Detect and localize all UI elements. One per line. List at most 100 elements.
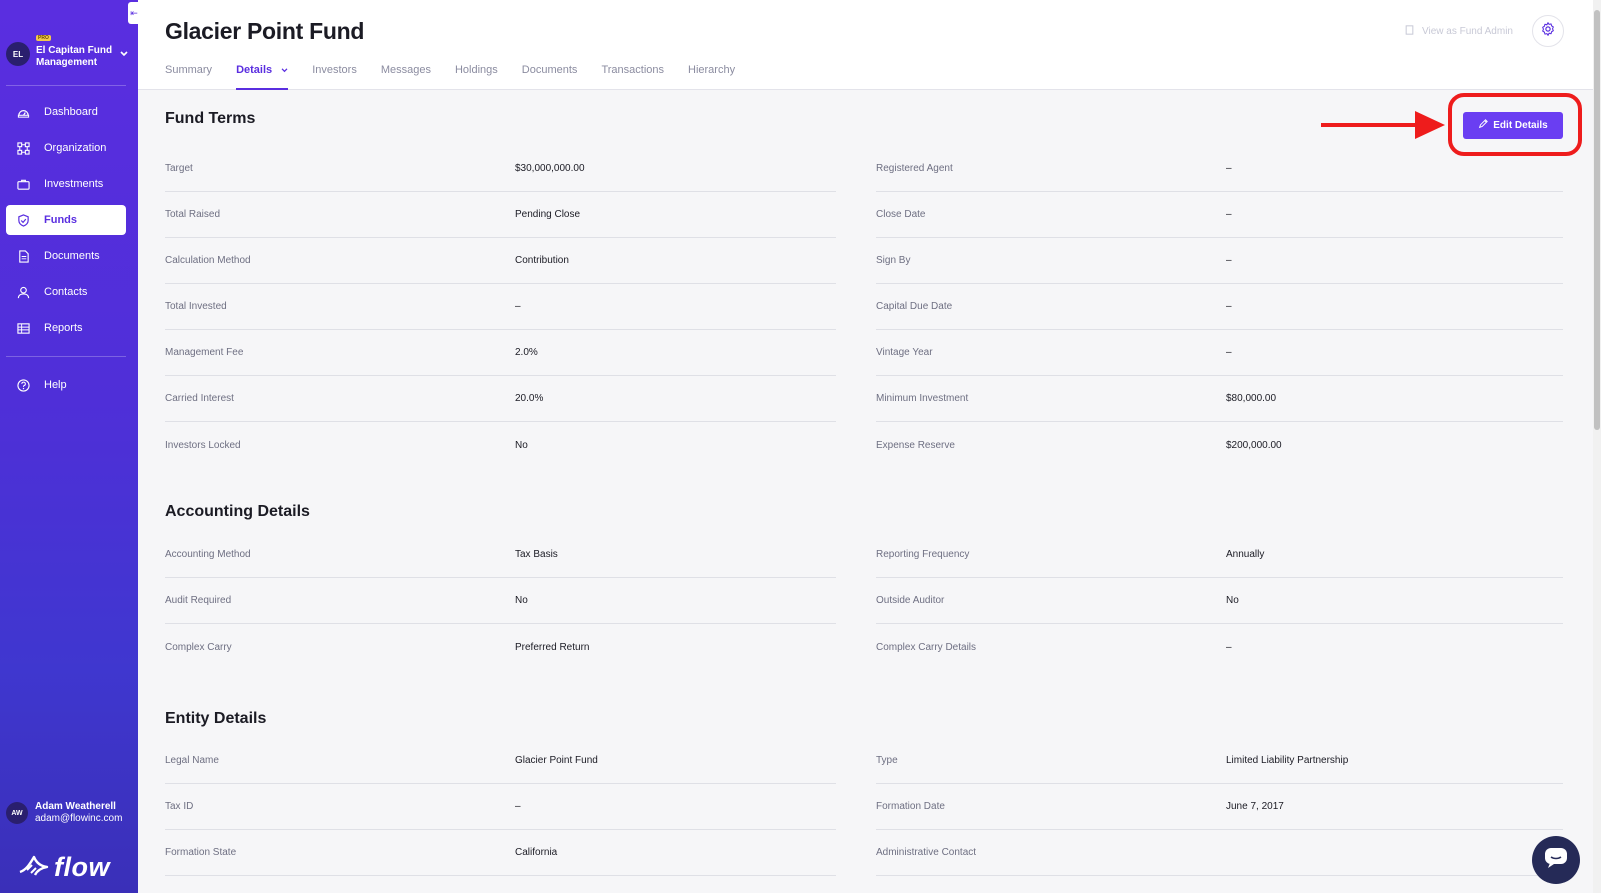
sidebar-item-help[interactable]: Help xyxy=(6,370,126,400)
org-name: El Capitan Fund Management xyxy=(36,45,113,68)
row-label: Formation State xyxy=(165,847,237,858)
detail-row: Expense Reserve $200,000.00 xyxy=(876,422,1563,468)
user-profile[interactable]: AW Adam Weatherell adam@flowinc.com xyxy=(6,801,122,825)
pro-badge: PRO xyxy=(36,35,51,41)
section-title-fund-terms: Fund Terms xyxy=(165,110,256,127)
sidebar-item-label: Help xyxy=(44,379,67,391)
detail-row: Accounting Method Tax Basis xyxy=(165,532,836,578)
detail-row: Close Date – xyxy=(876,192,1563,238)
row-label: Formation Date xyxy=(876,801,945,812)
tab-holdings[interactable]: Holdings xyxy=(455,64,498,90)
tab-bar: Summary Details Investors Messages Holdi… xyxy=(165,64,759,90)
sidebar-item-investments[interactable]: Investments xyxy=(6,169,126,199)
scrollbar-thumb[interactable] xyxy=(1594,10,1600,430)
avatar: AW xyxy=(6,802,28,824)
sidebar-item-dashboard[interactable]: Dashboard xyxy=(6,97,126,127)
row-value: $200,000.00 xyxy=(1226,439,1282,451)
detail-row: Complex Carry Preferred Return xyxy=(165,624,836,670)
row-label: Vintage Year xyxy=(876,347,933,358)
sidebar-item-label: Dashboard xyxy=(44,106,98,118)
tab-hierarchy[interactable]: Hierarchy xyxy=(688,64,735,90)
chevron-down-icon xyxy=(120,49,128,60)
view-as-admin-label: View as Fund Admin xyxy=(1422,26,1513,37)
row-value: – xyxy=(1226,301,1232,312)
detail-row: Type Limited Liability Partnership xyxy=(876,738,1563,784)
org-avatar: EL xyxy=(6,42,30,66)
tab-transactions[interactable]: Transactions xyxy=(601,64,664,90)
detail-row: Sign By – xyxy=(876,238,1563,284)
tab-summary[interactable]: Summary xyxy=(165,64,212,90)
row-label: Management Fee xyxy=(165,347,244,358)
sidebar-item-contacts[interactable]: Contacts xyxy=(6,277,126,307)
row-value: Glacier Point Fund xyxy=(515,755,598,766)
org-switcher[interactable]: EL PRO El Capitan Fund Management xyxy=(6,34,132,74)
row-value: Tax Basis xyxy=(515,549,558,560)
section-title-accounting: Accounting Details xyxy=(165,503,310,520)
detail-row: Investors Locked No xyxy=(165,422,836,468)
user-name: Adam Weatherell xyxy=(35,801,116,812)
row-label: Complex Carry Details xyxy=(876,641,977,653)
row-value: – xyxy=(1226,347,1232,358)
shield-check-icon xyxy=(16,213,30,227)
row-value: $30,000,000.00 xyxy=(515,163,585,174)
row-value: – xyxy=(1226,209,1232,220)
detail-row: Management Fee 2.0% xyxy=(165,330,836,376)
page-scrollbar[interactable] xyxy=(1593,0,1601,893)
sidebar-item-label: Funds xyxy=(44,214,77,226)
section-title-entity: Entity Details xyxy=(165,710,267,727)
sidebar-item-reports[interactable]: Reports xyxy=(6,313,126,343)
row-value: Contribution xyxy=(515,255,569,266)
settings-button[interactable] xyxy=(1532,15,1564,47)
row-label: Administrative Contact xyxy=(876,847,977,858)
chat-launcher-button[interactable] xyxy=(1532,836,1580,884)
detail-row: Reporting Frequency Annually xyxy=(876,532,1563,578)
gear-icon xyxy=(1540,21,1556,42)
detail-row: Administrative Contact xyxy=(876,830,1563,876)
row-label: Tax ID xyxy=(165,801,194,812)
row-label: Total Raised xyxy=(165,209,221,220)
detail-row: Outside Auditor No xyxy=(876,578,1563,624)
row-value: – xyxy=(1226,641,1232,653)
row-label: Legal Name xyxy=(165,755,219,766)
tab-investors[interactable]: Investors xyxy=(312,64,357,90)
row-label: Sign By xyxy=(876,255,911,266)
row-label: Target xyxy=(165,163,193,174)
detail-row: Formation State California xyxy=(165,830,836,876)
sidebar-item-label: Documents xyxy=(44,250,100,262)
row-value: – xyxy=(1226,255,1232,266)
row-value: Annually xyxy=(1226,549,1265,560)
row-label: Registered Agent xyxy=(876,163,953,174)
row-label: Investors Locked xyxy=(165,439,241,451)
detail-row: Complex Carry Details – xyxy=(876,624,1563,670)
tab-messages[interactable]: Messages xyxy=(381,64,431,90)
flow-logo-mark-icon xyxy=(18,854,50,881)
view-as-admin-link[interactable]: View as Fund Admin xyxy=(1405,25,1513,38)
tab-details[interactable]: Details xyxy=(236,64,289,90)
detail-row: Carried Interest 20.0% xyxy=(165,376,836,422)
flow-logo: flow xyxy=(18,852,110,883)
person-icon xyxy=(16,285,30,299)
row-value: Limited Liability Partnership xyxy=(1226,755,1349,766)
chat-bubble-icon xyxy=(1544,847,1568,874)
detail-row: Formation Date June 7, 2017 xyxy=(876,784,1563,830)
row-value: $80,000.00 xyxy=(1226,393,1277,404)
detail-row: Legal Name Glacier Point Fund xyxy=(165,738,836,784)
row-label: Reporting Frequency xyxy=(876,549,970,560)
detail-row: Total Raised Pending Close xyxy=(165,192,836,238)
detail-row: Registered Agent – xyxy=(876,146,1563,192)
detail-row: Tax ID – xyxy=(165,784,836,830)
tab-documents[interactable]: Documents xyxy=(522,64,578,90)
sidebar-item-documents[interactable]: Documents xyxy=(6,241,126,271)
row-value: No xyxy=(515,595,528,606)
page-title: Glacier Point Fund xyxy=(165,18,365,44)
sidebar-item-organization[interactable]: Organization xyxy=(6,133,126,163)
chevron-down-icon xyxy=(281,64,288,76)
detail-row: Total Invested – xyxy=(165,284,836,330)
organization-icon xyxy=(16,141,30,155)
row-value: 20.0% xyxy=(515,393,544,404)
sidebar-item-funds[interactable]: Funds xyxy=(6,205,126,235)
sidebar-item-label: Organization xyxy=(44,142,107,154)
flow-logo-word: flow xyxy=(54,852,110,882)
sidebar: ⇤ EL PRO El Capitan Fund Management Dash… xyxy=(0,0,140,893)
detail-row: Calculation Method Contribution xyxy=(165,238,836,284)
